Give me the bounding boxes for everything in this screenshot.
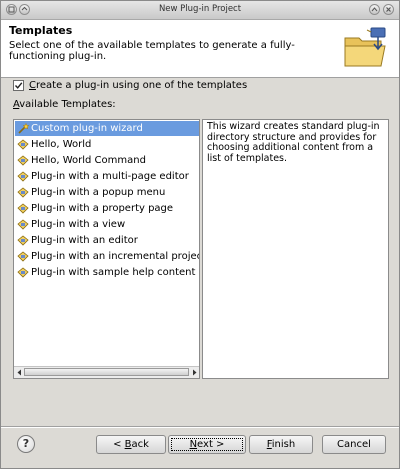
mnemonic-c: C (29, 80, 36, 91)
scroll-left-icon[interactable] (15, 368, 24, 377)
close-button[interactable] (383, 4, 394, 15)
finish-rest-text: inish (271, 439, 296, 450)
maximize-button[interactable] (369, 4, 380, 15)
mnemonic-b: B (124, 439, 132, 450)
mnemonic-n: N (189, 439, 198, 450)
plugin-icon (17, 187, 29, 198)
list-item[interactable]: Custom plug-in wizard (15, 121, 199, 136)
list-item-label: Plug-in with a property page (31, 203, 174, 214)
finish-button-label: Finish (267, 439, 295, 450)
plugin-icon (17, 267, 29, 278)
templates-list[interactable]: Custom plug-in wizard Hello, World Hello… (13, 119, 200, 379)
finish-button[interactable]: Finish (249, 435, 313, 454)
plugin-icon (17, 251, 29, 262)
list-item-label: Custom plug-in wizard (31, 123, 143, 134)
list-item-label: Hello, World Command (31, 155, 146, 166)
next-button[interactable]: Next > (168, 435, 246, 454)
list-item[interactable]: Plug-in with a popup menu (15, 185, 199, 200)
scrollbar-thumb[interactable] (24, 368, 189, 376)
available-label-text: vailable Templates: (19, 99, 116, 110)
list-item[interactable]: Plug-in with a property page (15, 201, 199, 216)
list-item-label: Plug-in with sample help content (31, 267, 196, 278)
page-description: Select one of the available templates to… (9, 40, 295, 62)
template-description-panel: This wizard creates standard plug-in dir… (202, 119, 389, 379)
list-item[interactable]: Plug-in with a multi-page editor (15, 169, 199, 184)
plugin-icon (17, 171, 29, 182)
list-item[interactable]: Hello, World (15, 137, 199, 152)
cancel-button-label: Cancel (337, 439, 371, 450)
list-item[interactable]: Hello, World Command (15, 153, 199, 168)
list-item-label: Plug-in with an incremental project b (31, 251, 199, 262)
cancel-button[interactable]: Cancel (322, 435, 386, 454)
back-button[interactable]: < Back (96, 435, 166, 454)
help-button[interactable]: ? (17, 435, 35, 453)
button-bar-separator (1, 426, 399, 428)
dialog-window: New Plug-in Project Templates Select one… (0, 0, 400, 469)
list-item[interactable]: Plug-in with sample help content (15, 265, 199, 280)
list-item[interactable]: Plug-in with a view (15, 217, 199, 232)
back-button-label: < Back (113, 439, 149, 450)
plugin-icon (17, 139, 29, 150)
list-item-label: Plug-in with a popup menu (31, 187, 166, 198)
back-rest-text: ack (131, 439, 149, 450)
title-bar[interactable]: New Plug-in Project (1, 1, 399, 20)
list-item-label: Plug-in with an editor (31, 235, 138, 246)
use-template-checkbox-label[interactable]: Create a plug-in using one of the templa… (29, 80, 247, 91)
maximize-icon (371, 7, 378, 12)
new-plugin-wizard-icon (344, 27, 386, 67)
available-templates-label: Available Templates: (13, 99, 116, 110)
scroll-right-icon[interactable] (190, 368, 199, 377)
horizontal-scrollbar[interactable] (14, 366, 199, 378)
plugin-icon (17, 235, 29, 246)
next-rest-text: ext > (197, 439, 225, 450)
help-icon: ? (22, 437, 30, 450)
list-item[interactable]: Plug-in with an editor (15, 233, 199, 248)
list-item-label: Hello, World (31, 139, 92, 150)
wizard-header: Templates Select one of the available te… (1, 20, 399, 78)
checkmark-icon (14, 82, 23, 89)
window-title: New Plug-in Project (158, 4, 242, 14)
list-item-label: Plug-in with a view (31, 219, 126, 230)
back-arrow-text: < (113, 439, 125, 450)
plugin-icon (17, 155, 29, 166)
checkbox-label-text: reate a plug-in using one of the templat… (35, 80, 248, 91)
list-item[interactable]: Plug-in with an incremental project b (15, 249, 199, 264)
plugin-icon (17, 219, 29, 230)
plugin-icon (17, 203, 29, 214)
close-icon (386, 7, 391, 12)
use-template-checkbox[interactable] (13, 80, 24, 91)
wizard-wand-icon (18, 123, 29, 134)
next-button-label: Next > (190, 439, 225, 450)
list-item-label: Plug-in with a multi-page editor (31, 171, 189, 182)
page-title: Templates (9, 24, 73, 37)
